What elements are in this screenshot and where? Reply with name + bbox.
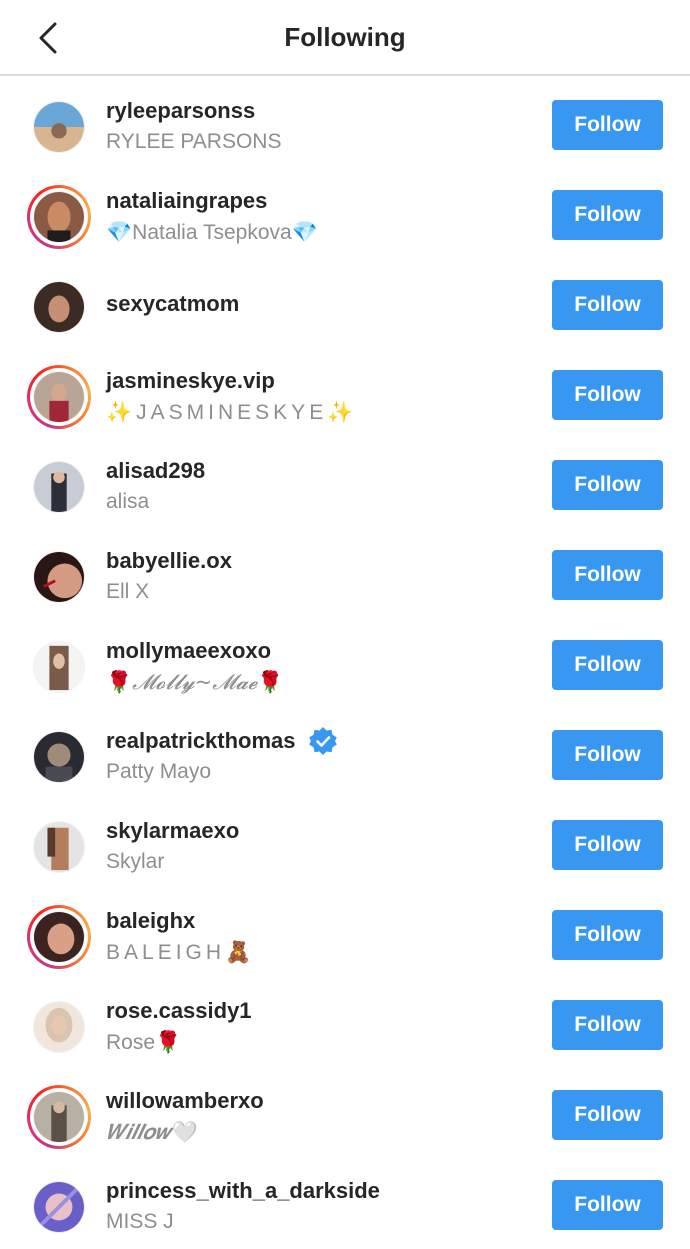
follow-button[interactable]: Follow [552,1000,663,1050]
list-item[interactable]: alisad298 alisa Follow [0,437,690,527]
diamond-icon: 💎 [291,220,318,244]
full-name: 🌹𝓜𝓸𝓵𝓵𝔂~𝓜𝓪𝓮🌹 [106,670,284,694]
username[interactable]: alisad298 [106,458,205,484]
full-name: Rose🌹 [106,1030,182,1054]
username[interactable]: baleighx [106,908,195,934]
username[interactable]: princess_with_a_darkside [106,1178,380,1204]
full-name: MISS J [106,1210,174,1233]
avatar[interactable] [27,905,91,969]
list-item[interactable]: rose.cassidy1 Rose🌹 Follow [0,977,690,1067]
follow-button[interactable]: Follow [552,1090,663,1140]
avatar[interactable] [27,455,91,519]
username[interactable]: ryleeparsonss [106,98,255,124]
username[interactable]: babyellie.ox [106,548,232,574]
avatar[interactable] [27,185,91,249]
avatar[interactable] [27,545,91,609]
avatar[interactable] [27,365,91,429]
avatar[interactable] [27,995,91,1059]
full-name: 𝑾𝒊𝒍𝒍𝒐𝒘🤍 [106,1120,198,1144]
list-item[interactable]: ryleeparsonss RYLEE PARSONS Follow [0,77,690,167]
sparkles-icon: ✨ [106,400,137,424]
avatar[interactable] [27,635,91,699]
full-name: alisa [106,490,150,513]
full-name: 💎Natalia Tsepkova💎 [106,220,318,244]
username[interactable]: willowamberxo [106,1088,264,1114]
following-list: ryleeparsonss RYLEE PARSONS Follow natal… [0,77,690,1247]
white-heart-icon: 🤍 [171,1120,198,1144]
list-item[interactable]: willowamberxo 𝑾𝒊𝒍𝒍𝒐𝒘🤍 Follow [0,1067,690,1157]
teddy-bear-icon: 🧸 [225,940,256,964]
list-item[interactable]: nataliaingrapes 💎Natalia Tsepkova💎 Follo… [0,167,690,257]
verified-badge-icon [308,727,337,755]
username[interactable]: realpatrickthomas [106,728,296,754]
list-item[interactable]: baleighx BALEIGH🧸 Follow [0,887,690,977]
list-item[interactable]: princess_with_a_darkside MISS J Follow [0,1157,690,1247]
follow-button[interactable]: Follow [552,640,663,690]
follow-button[interactable]: Follow [552,820,663,870]
follow-button[interactable]: Follow [552,1180,663,1230]
avatar[interactable] [27,725,91,789]
username[interactable]: jasmineskye.vip [106,368,275,394]
rose-icon: 🌹 [155,1030,182,1054]
username[interactable]: rose.cassidy1 [106,998,252,1024]
follow-button[interactable]: Follow [552,550,663,600]
list-item[interactable]: babyellie.ox Ell X Follow [0,527,690,617]
full-name: BALEIGH🧸 [106,940,256,964]
list-item[interactable]: realpatrickthomas Patty Mayo Follow [0,707,690,797]
rose-icon: 🌹 [106,670,133,694]
diamond-icon: 💎 [106,220,133,244]
list-item[interactable]: sexycatmom Follow [0,257,690,347]
avatar[interactable] [27,95,91,159]
follow-button[interactable]: Follow [552,910,663,960]
follow-button[interactable]: Follow [552,100,663,150]
list-item[interactable]: skylarmaexo Skylar Follow [0,797,690,887]
rose-icon: 🌹 [257,670,284,694]
username[interactable]: nataliaingrapes [106,188,267,214]
page-title: Following [284,22,406,52]
sparkles-icon: ✨ [327,400,358,424]
avatar[interactable] [27,1085,91,1149]
top-bar: Following [0,0,690,76]
avatar[interactable] [27,275,91,339]
username[interactable]: skylarmaexo [106,818,239,844]
list-item[interactable]: mollymaeexoxo 🌹𝓜𝓸𝓵𝓵𝔂~𝓜𝓪𝓮🌹 Follow [0,617,690,707]
follow-button[interactable]: Follow [552,460,663,510]
full-name: Ell X [106,580,150,603]
full-name: ✨JASMINESKYE✨ [106,400,358,424]
username[interactable]: mollymaeexoxo [106,638,271,664]
follow-button[interactable]: Follow [552,730,663,780]
follow-button[interactable]: Follow [552,280,663,330]
follow-button[interactable]: Follow [552,370,663,420]
list-item[interactable]: jasmineskye.vip ✨JASMINESKYE✨ Follow [0,347,690,437]
full-name: Skylar [106,850,165,873]
username[interactable]: sexycatmom [106,291,239,317]
avatar[interactable] [27,815,91,879]
full-name: RYLEE PARSONS [106,130,282,153]
follow-button[interactable]: Follow [552,190,663,240]
avatar[interactable] [27,1175,91,1239]
full-name: Patty Mayo [106,760,212,783]
